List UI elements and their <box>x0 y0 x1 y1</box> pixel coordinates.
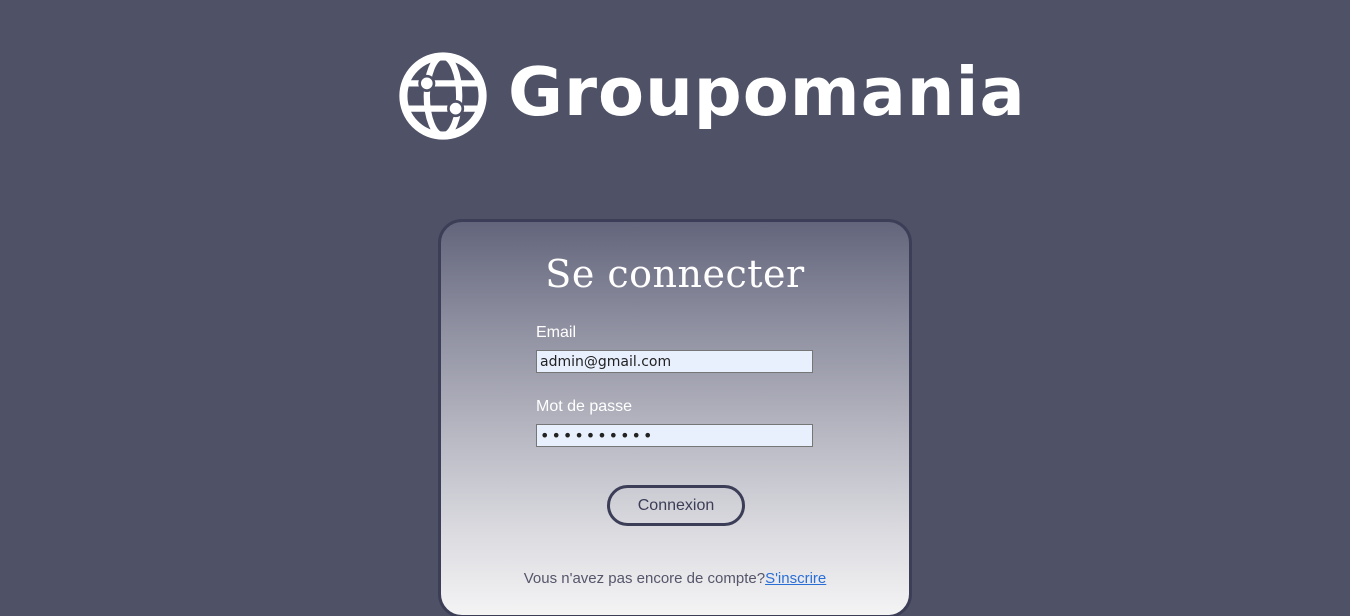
login-title: Se connecter <box>545 252 805 296</box>
login-form: Se connecter Email Mot de passe Connexio… <box>438 219 912 616</box>
login-button[interactable]: Connexion <box>607 485 745 526</box>
password-label: Mot de passe <box>536 398 633 415</box>
globe-icon <box>399 52 487 140</box>
brand-name: Groupomania <box>508 52 1026 131</box>
signup-link[interactable]: S'inscrire <box>765 570 826 587</box>
brand-logo: Groupomania <box>398 50 1026 142</box>
email-label: Email <box>536 324 577 341</box>
email-field[interactable] <box>536 350 813 373</box>
signup-prompt-line: Vous n'avez pas encore de compte?S'inscr… <box>441 570 909 587</box>
password-field[interactable] <box>536 424 813 447</box>
login-page: Groupomania Se connecter Email Mot de pa… <box>0 0 1350 616</box>
signup-prompt: Vous n'avez pas encore de compte? <box>523 570 766 587</box>
